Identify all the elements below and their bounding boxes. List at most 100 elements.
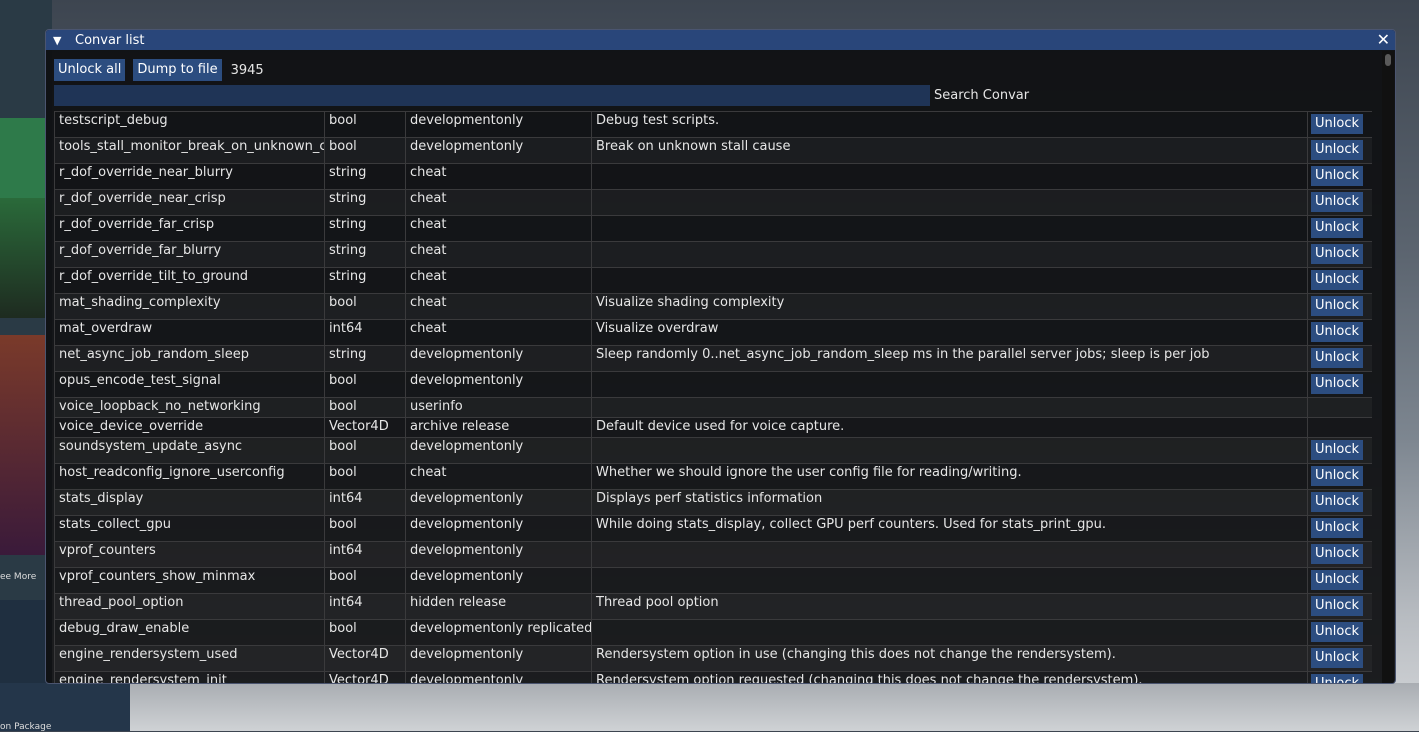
- convar-description: [591, 371, 1308, 398]
- convar-type: bool: [324, 463, 406, 490]
- background-card: [0, 118, 46, 198]
- unlock-button[interactable]: Unlock: [1311, 518, 1363, 538]
- unlock-button[interactable]: Unlock: [1311, 218, 1363, 238]
- convar-flags: developmentonly: [405, 437, 592, 464]
- dump-to-file-button[interactable]: Dump to file: [133, 59, 222, 81]
- convar-description: Displays perf statistics information: [591, 489, 1308, 516]
- convar-description: [591, 189, 1308, 216]
- row-action-cell: Unlock: [1307, 137, 1372, 164]
- close-icon[interactable]: ✕: [1377, 31, 1390, 49]
- unlock-button[interactable]: Unlock: [1311, 674, 1363, 683]
- convar-name: host_readconfig_ignore_userconfig: [54, 463, 325, 490]
- convar-type: int64: [324, 489, 406, 516]
- convar-type: bool: [324, 371, 406, 398]
- unlock-button[interactable]: Unlock: [1311, 492, 1363, 512]
- table-row: tools_stall_monitor_break_on_unknown_cau…: [54, 137, 1372, 164]
- convar-description: [591, 437, 1308, 464]
- convar-name: debug_draw_enable: [54, 619, 325, 646]
- convar-name: r_dof_override_near_crisp: [54, 189, 325, 216]
- row-action-cell: Unlock: [1307, 215, 1372, 242]
- convar-description: Rendersystem option in use (changing thi…: [591, 645, 1308, 672]
- convar-type: int64: [324, 541, 406, 568]
- table-row: r_dof_override_far_blurry string cheat Unlo…: [54, 241, 1372, 268]
- convar-description: [591, 163, 1308, 190]
- row-action-cell: Unlock: [1307, 515, 1372, 542]
- convar-flags: developmentonly: [405, 345, 592, 372]
- convar-description: [591, 267, 1308, 294]
- unlock-button[interactable]: Unlock: [1311, 466, 1363, 486]
- convar-flags: developmentonly: [405, 371, 592, 398]
- row-action-cell: Unlock: [1307, 463, 1372, 490]
- table-row: engine_rendersystem_init Vector4D developm…: [54, 671, 1372, 683]
- unlock-button[interactable]: Unlock: [1311, 622, 1363, 642]
- unlock-button[interactable]: Unlock: [1311, 648, 1363, 668]
- table-row: stats_collect_gpu bool developmentonly Whil…: [54, 515, 1372, 542]
- table-row: vprof_counters_show_minmax bool developmen…: [54, 567, 1372, 594]
- convar-name: r_dof_override_far_crisp: [54, 215, 325, 242]
- convar-table-container: testscript_debug bool developmentonly Debug…: [54, 111, 1372, 683]
- convar-name: soundsystem_update_async: [54, 437, 325, 464]
- row-action-cell: Unlock: [1307, 567, 1372, 594]
- convar-flags: cheat: [405, 463, 592, 490]
- convar-type: string: [324, 189, 406, 216]
- table-row: opus_encode_test_signal bool developmenton…: [54, 371, 1372, 398]
- row-action-cell: Unlock: [1307, 111, 1372, 138]
- unlock-button[interactable]: Unlock: [1311, 596, 1363, 616]
- convar-flags: developmentonly: [405, 541, 592, 568]
- convar-flags: developmentonly: [405, 137, 592, 164]
- convar-name: mat_shading_complexity: [54, 293, 325, 320]
- unlock-all-button[interactable]: Unlock all: [54, 59, 126, 81]
- unlock-button[interactable]: Unlock: [1311, 244, 1363, 264]
- row-action-cell: Unlock: [1307, 319, 1372, 346]
- convar-flags: archive release: [405, 417, 592, 438]
- convar-type: Vector4D: [324, 645, 406, 672]
- convar-flags: cheat: [405, 163, 592, 190]
- convar-description: Thread pool option: [591, 593, 1308, 620]
- unlock-button[interactable]: Unlock: [1311, 440, 1363, 460]
- unlock-button[interactable]: Unlock: [1311, 570, 1363, 590]
- convar-name: vprof_counters: [54, 541, 325, 568]
- unlock-button[interactable]: Unlock: [1311, 140, 1363, 160]
- table-row: r_dof_override_near_blurry string cheat Unl…: [54, 163, 1372, 190]
- convar-type: string: [324, 345, 406, 372]
- unlock-button[interactable]: Unlock: [1311, 192, 1363, 212]
- convar-flags: cheat: [405, 293, 592, 320]
- row-action-cell: Unlock: [1307, 541, 1372, 568]
- unlock-button[interactable]: Unlock: [1311, 374, 1363, 394]
- unlock-button[interactable]: Unlock: [1311, 296, 1363, 316]
- unlock-button[interactable]: Unlock: [1311, 166, 1363, 186]
- search-input[interactable]: [54, 85, 930, 106]
- convar-description: [591, 215, 1308, 242]
- unlock-button[interactable]: Unlock: [1311, 348, 1363, 368]
- table-row: stats_display int64 developmentonly Display…: [54, 489, 1372, 516]
- convar-count: 3945: [230, 62, 264, 78]
- row-action-cell: Unlock: [1307, 645, 1372, 672]
- collapse-arrow-icon[interactable]: ▼: [53, 34, 67, 47]
- table-row: testscript_debug bool developmentonly Debug…: [54, 111, 1372, 138]
- row-action-cell: Unlock: [1307, 293, 1372, 320]
- table-row: mat_shading_complexity bool cheat Visualize…: [54, 293, 1372, 320]
- row-action-cell: Unlock: [1307, 241, 1372, 268]
- unlock-button[interactable]: Unlock: [1311, 114, 1363, 134]
- convar-flags: developmentonly: [405, 567, 592, 594]
- table-row: r_dof_override_far_crisp string cheat Unloc…: [54, 215, 1372, 242]
- background-ground: [0, 683, 1419, 731]
- convar-flags: developmentonly: [405, 515, 592, 542]
- unlock-button[interactable]: Unlock: [1311, 322, 1363, 342]
- table-row: debug_draw_enable bool developmentonly rep…: [54, 619, 1372, 646]
- unlock-button[interactable]: Unlock: [1311, 270, 1363, 290]
- convar-type: int64: [324, 319, 406, 346]
- scrollbar-thumb[interactable]: [1385, 54, 1391, 66]
- row-action-cell: Unlock: [1307, 671, 1372, 683]
- window-titlebar[interactable]: ▼ Convar list ✕: [46, 30, 1395, 50]
- convar-description: [591, 397, 1308, 418]
- table-row: net_async_job_random_sleep string developm…: [54, 345, 1372, 372]
- unlock-button[interactable]: Unlock: [1311, 544, 1363, 564]
- convar-type: bool: [324, 397, 406, 418]
- convar-flags: cheat: [405, 189, 592, 216]
- convar-type: bool: [324, 293, 406, 320]
- vertical-scrollbar[interactable]: [1382, 51, 1394, 683]
- row-action-cell: Unlock: [1307, 267, 1372, 294]
- convar-name: r_dof_override_near_blurry: [54, 163, 325, 190]
- row-action-cell: [1307, 397, 1372, 418]
